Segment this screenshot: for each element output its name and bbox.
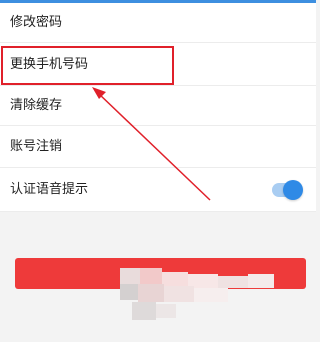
settings-item-delete-account[interactable]: 账号注销 xyxy=(0,126,316,168)
settings-item-label: 更换手机号码 xyxy=(10,56,89,72)
settings-item-label: 清除缓存 xyxy=(10,98,63,113)
settings-item-label: 修改密码 xyxy=(10,15,63,30)
toggle-knob xyxy=(283,179,303,200)
settings-item-change-password[interactable]: 修改密码 xyxy=(0,3,316,43)
logout-button[interactable]: 退出登录 xyxy=(15,258,306,289)
settings-list: 修改密码 更换手机号码 清除缓存 账号注销 认证语音提示 xyxy=(0,3,316,212)
settings-item-voice-prompt: 认证语音提示 xyxy=(0,168,316,212)
logout-button-label: 退出登录 xyxy=(132,276,189,290)
settings-item-change-phone[interactable]: 更换手机号码 xyxy=(0,43,316,86)
settings-item-clear-cache[interactable]: 清除缓存 xyxy=(0,86,316,126)
voice-prompt-toggle[interactable] xyxy=(272,179,303,200)
settings-item-label: 认证语音提示 xyxy=(10,182,89,197)
settings-item-label: 账号注销 xyxy=(10,139,63,154)
